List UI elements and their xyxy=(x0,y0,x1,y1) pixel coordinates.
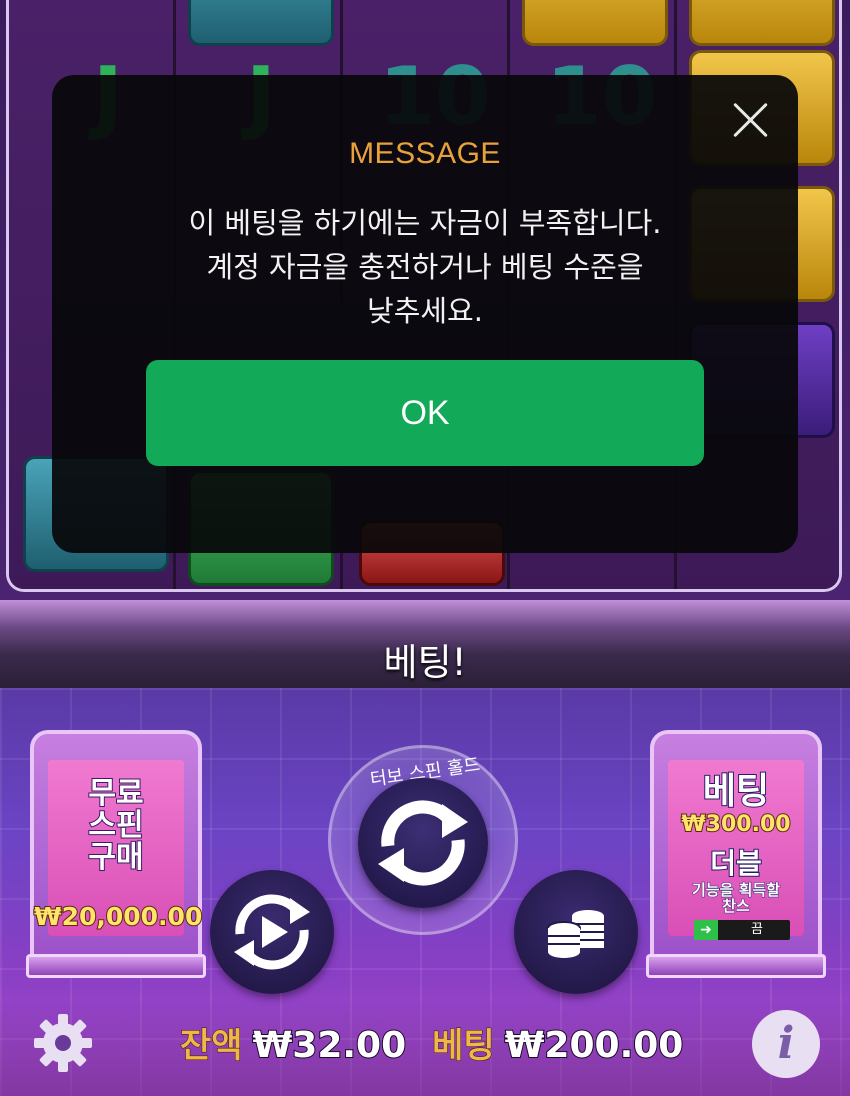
dialog-message-line: 낮추세요. xyxy=(367,294,483,328)
message-dialog: MESSAGE 이 베팅을 하기에는 자금이 부족합니다. 계정 자금을 충전하… xyxy=(52,75,798,553)
dialog-message: 이 베팅을 하기에는 자금이 부족합니다. 계정 자금을 충전하거나 베팅 수준… xyxy=(92,201,758,333)
double-chance-desc-line: 찬스 xyxy=(722,897,751,915)
bet-value: ₩200.00 xyxy=(504,1024,685,1067)
buy-label-line: 구매 xyxy=(87,840,144,875)
buy-label-line: 스핀 xyxy=(87,808,144,843)
double-chance-panel: 베팅 ₩300.00 더블 기능을 획득할 찬스 ➜ 끔 xyxy=(650,730,822,974)
coins-stack-icon xyxy=(547,910,604,958)
cabinet-base xyxy=(26,954,206,978)
dialog-title: MESSAGE xyxy=(349,137,501,170)
balance-value: ₩32.00 xyxy=(252,1024,408,1067)
double-chance-price: ₩300.00 xyxy=(680,811,791,838)
info-icon[interactable]: i xyxy=(752,1010,820,1078)
dialog-message-line: 계정 자금을 충전하거나 베팅 수준을 xyxy=(206,250,644,284)
bet-banner: 베팅! xyxy=(383,641,467,684)
arrow-right-icon: ➜ xyxy=(694,920,718,940)
double-chance-description: 기능을 획득할 찬스 xyxy=(654,881,818,915)
spin-arrows-icon xyxy=(378,800,468,886)
double-chance-toggle-state: 끔 xyxy=(751,922,763,937)
autoplay-icon xyxy=(234,894,310,970)
buy-free-spins-label: 무료 스핀 구매 xyxy=(34,776,198,875)
double-chance-toggle[interactable]: ➜ 끔 xyxy=(694,920,790,940)
double-chance-subtitle: 더블 xyxy=(709,846,763,881)
bet-level-button[interactable] xyxy=(514,870,638,994)
balance-label: 잔액 xyxy=(180,1026,244,1067)
watermelon-symbol xyxy=(188,0,334,46)
double-chance-desc-line: 기능을 획득할 xyxy=(691,881,781,899)
spin-button[interactable] xyxy=(358,778,488,908)
settings-button[interactable] xyxy=(30,1010,96,1076)
cherry-symbol xyxy=(689,0,835,46)
cabinet-base xyxy=(646,954,826,978)
dialog-message-line: 이 베팅을 하기에는 자금이 부족합니다. xyxy=(188,206,662,240)
balance-bet-readout: 잔액 ₩32.00 베팅 ₩200.00 xyxy=(180,1018,709,1068)
buy-free-spins-button[interactable]: 무료 스핀 구매 ₩20,000.00 xyxy=(30,730,203,974)
buy-label-line: 무료 xyxy=(87,776,144,811)
double-chance-title: 베팅 xyxy=(702,770,770,813)
cherry-symbol xyxy=(522,0,668,46)
ok-button[interactable]: OK xyxy=(146,360,704,466)
autoplay-button[interactable] xyxy=(210,870,334,994)
bet-label: 베팅 xyxy=(432,1026,496,1067)
buy-free-spins-price: ₩20,000.00 xyxy=(33,901,203,932)
gear-icon xyxy=(34,1014,92,1072)
